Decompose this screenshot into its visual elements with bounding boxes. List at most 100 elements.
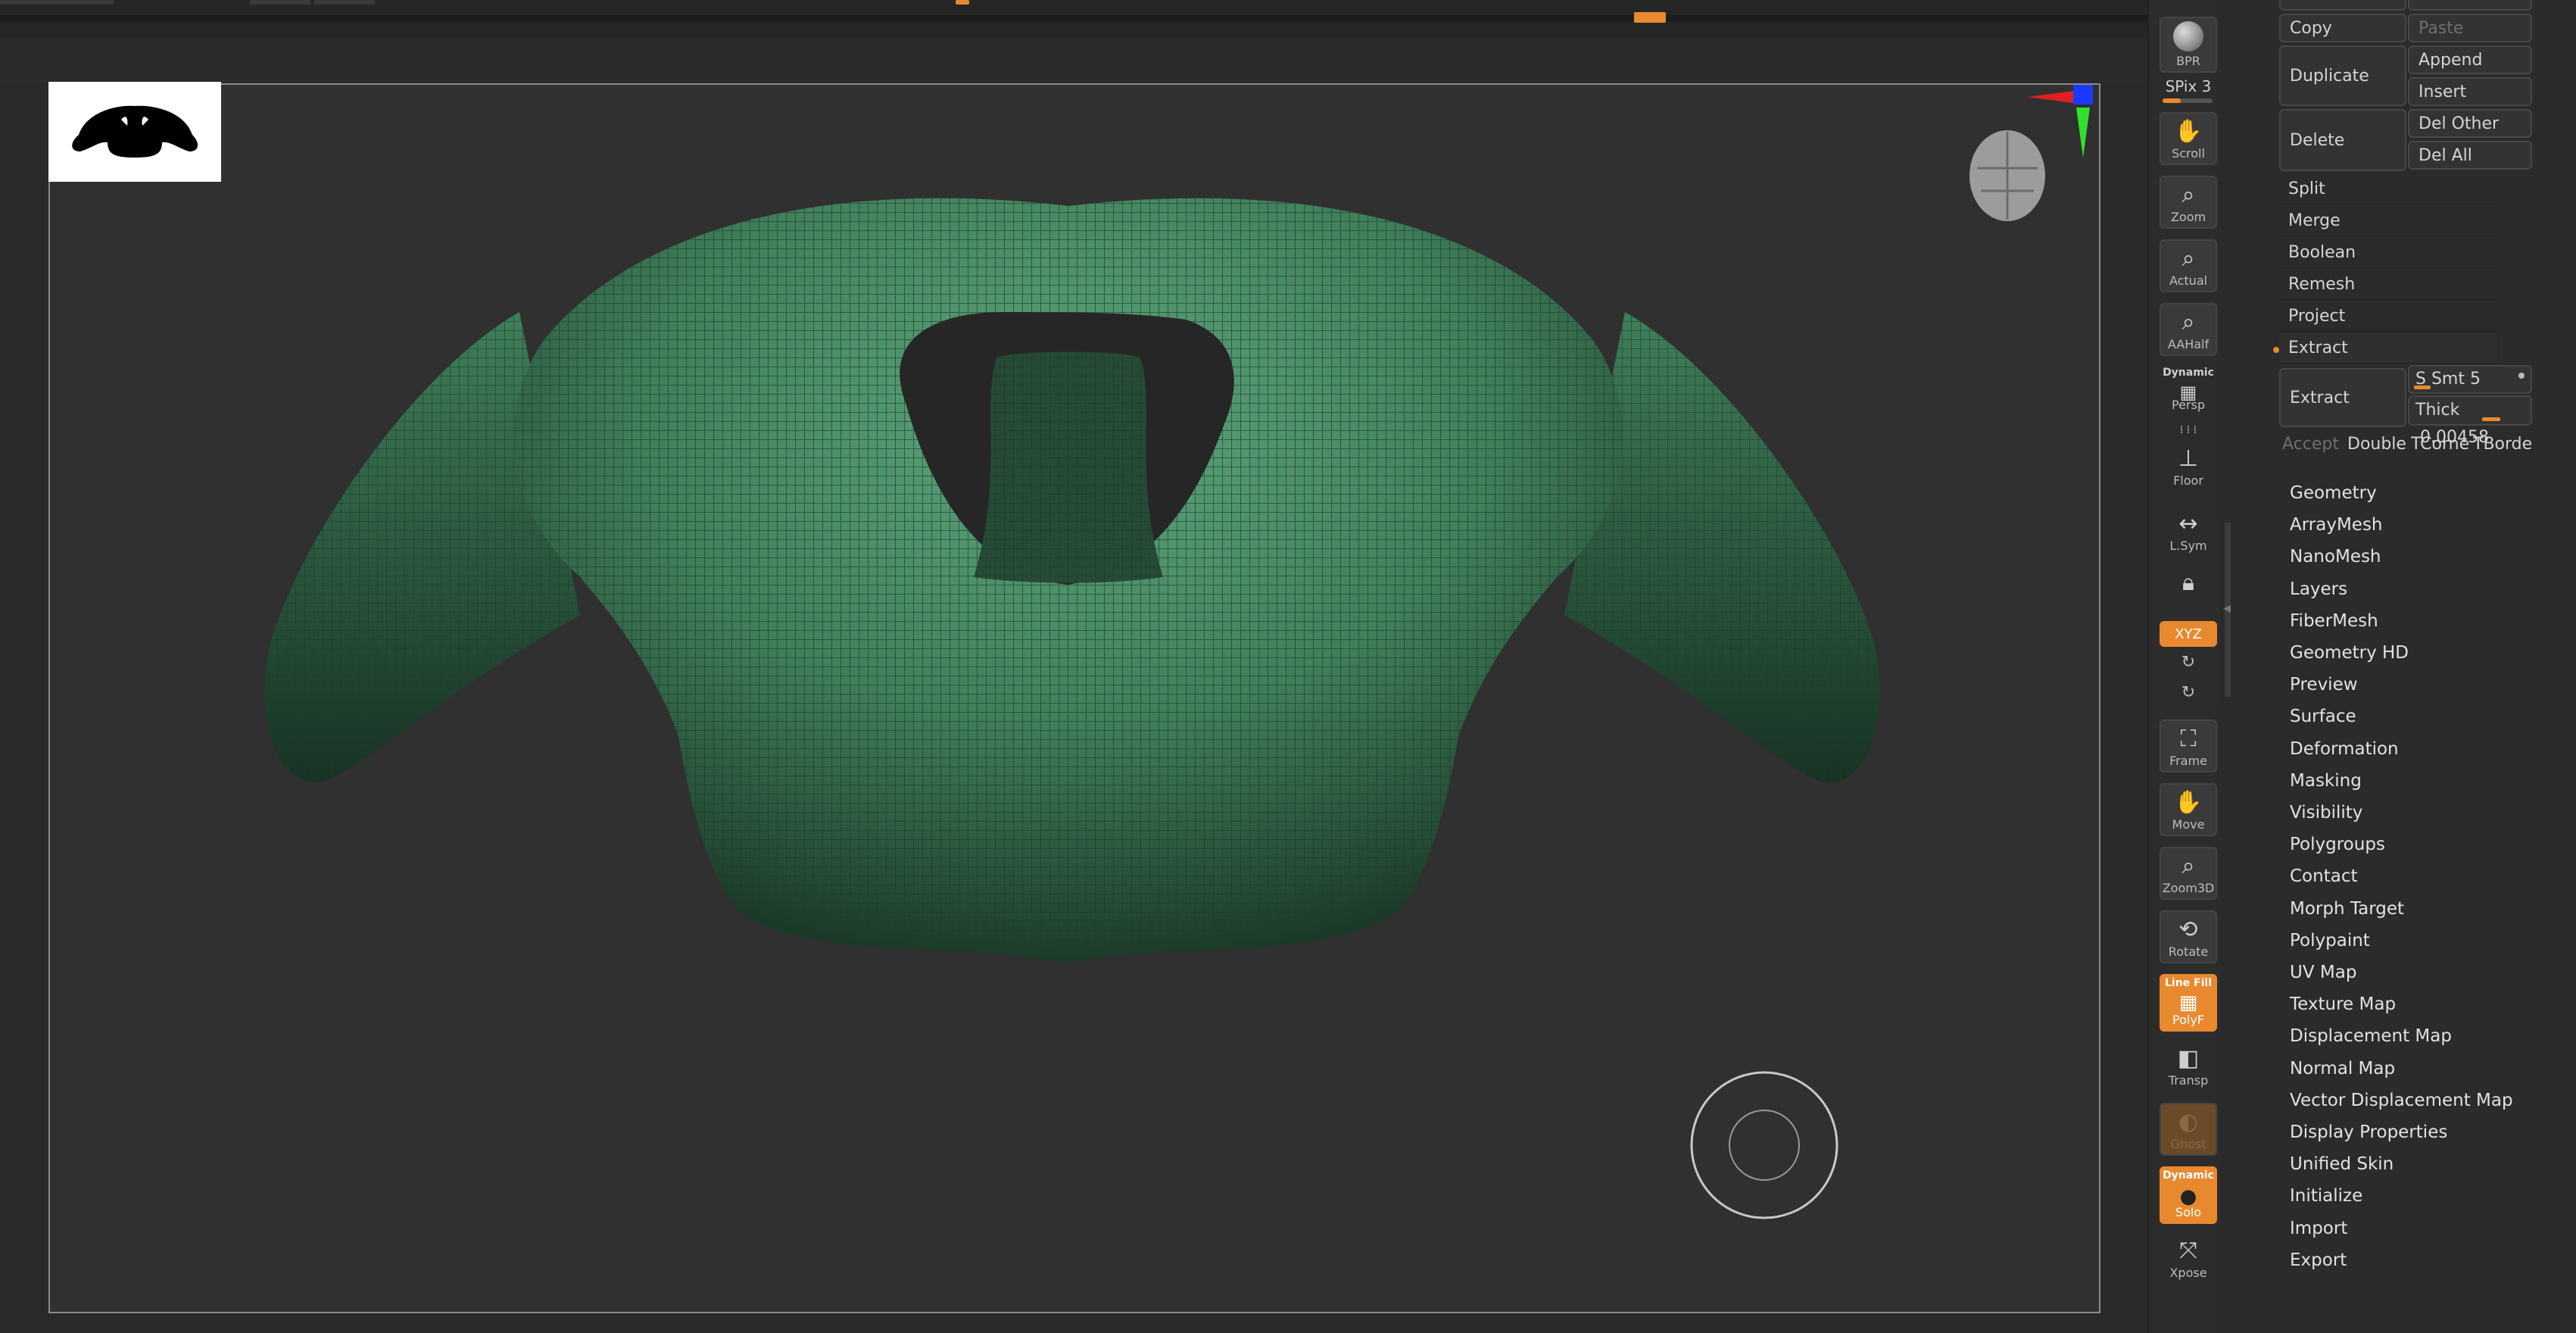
tool-menu-item[interactable]: Normal Map bbox=[2290, 1057, 2395, 1080]
tool-menu-item[interactable]: Layers bbox=[2290, 578, 2347, 601]
subtool-button-clipped[interactable] bbox=[2279, 0, 2406, 11]
transp-label: Transp bbox=[2168, 1073, 2209, 1088]
thick-fill bbox=[2482, 417, 2500, 421]
tool-menu-item[interactable]: FiberMesh bbox=[2290, 610, 2378, 632]
delete-button[interactable]: Delete bbox=[2279, 109, 2406, 171]
x-axis-indicator bbox=[2028, 91, 2073, 103]
floor-button[interactable]: ⊥ Floor bbox=[2160, 439, 2217, 492]
magnifier-icon: ⌕ bbox=[2181, 245, 2195, 272]
zoom3d-label: Zoom3D bbox=[2162, 881, 2215, 895]
solo-button[interactable]: Dynamic ● Solo bbox=[2160, 1166, 2217, 1224]
axis-lock-icon[interactable]: ⁞ ⁞ ⁞ bbox=[2160, 424, 2217, 436]
lock-button[interactable]: 🔒︎ bbox=[2160, 563, 2217, 617]
tool-menu-item[interactable]: Unified Skin bbox=[2290, 1153, 2394, 1175]
tool-menu-item[interactable]: Visibility bbox=[2290, 801, 2362, 824]
duplicate-button[interactable]: Duplicate bbox=[2279, 45, 2406, 106]
paste-button[interactable]: Paste bbox=[2408, 14, 2532, 42]
polyf-label: PolyF bbox=[2172, 1013, 2204, 1027]
tool-menu-item[interactable]: Import bbox=[2290, 1217, 2347, 1240]
tcorner-toggle[interactable]: TCorne bbox=[2411, 435, 2469, 454]
xpose-icon: ⤧ bbox=[2179, 1238, 2197, 1264]
navigation-ring bbox=[1690, 1071, 1838, 1219]
silhouette-thumbnail bbox=[72, 105, 198, 158]
rotate-label: Rotate bbox=[2168, 944, 2209, 959]
frame-label: Frame bbox=[2169, 754, 2207, 768]
tool-menu-item[interactable]: Morph Target bbox=[2290, 898, 2404, 920]
frame-button[interactable]: ⛶ Frame bbox=[2160, 720, 2217, 773]
del-all-button[interactable]: Del All bbox=[2408, 141, 2532, 170]
polyf-button[interactable]: Line Fill ▦ PolyF bbox=[2160, 974, 2217, 1032]
actual-button[interactable]: ⌕ Actual bbox=[2160, 239, 2217, 292]
tool-menu-item[interactable]: Export bbox=[2290, 1249, 2347, 1272]
move-button[interactable]: ✋ Move bbox=[2160, 783, 2217, 836]
insert-button[interactable]: Insert bbox=[2408, 77, 2532, 106]
tool-menu-item[interactable]: Displacement Map bbox=[2290, 1025, 2452, 1047]
zoom-button[interactable]: ⌕ Zoom bbox=[2160, 176, 2217, 229]
zoom3d-button[interactable]: ⌕ Zoom3D bbox=[2160, 847, 2217, 900]
viewport-canvas[interactable] bbox=[48, 83, 2100, 1313]
xyz-button[interactable]: XYZ bbox=[2160, 621, 2217, 647]
rotate-z-icon[interactable]: ↻ bbox=[2160, 683, 2217, 702]
project-section[interactable]: Project bbox=[2279, 301, 2497, 332]
s-smt-slider[interactable]: S Smt 5 bbox=[2408, 365, 2532, 394]
solo-top-label: Dynamic bbox=[2163, 1169, 2214, 1182]
remesh-section[interactable]: Remesh bbox=[2279, 270, 2497, 300]
toolbar-fragment bbox=[314, 0, 375, 5]
tool-menu-item[interactable]: Texture Map bbox=[2290, 993, 2396, 1016]
ghost-button[interactable]: ◐ Ghost bbox=[2160, 1103, 2217, 1156]
thick-slider[interactable]: Thick 0.00458 bbox=[2408, 395, 2532, 447]
document-bar bbox=[0, 38, 2150, 83]
bpr-button[interactable]: BPR bbox=[2160, 17, 2217, 73]
subtool-button-clipped[interactable] bbox=[2408, 0, 2532, 11]
split-section[interactable]: Split bbox=[2279, 174, 2497, 204]
extract-section[interactable]: Extract bbox=[2279, 333, 2497, 364]
accept-button[interactable]: Accept bbox=[2282, 435, 2339, 454]
tool-menu-item[interactable]: Preview bbox=[2290, 673, 2358, 696]
lsym-button[interactable]: ↔ L.Sym bbox=[2160, 504, 2217, 557]
mesh-render bbox=[264, 85, 2093, 1219]
scroll-button[interactable]: ✋ Scroll bbox=[2160, 112, 2217, 165]
tool-menu-item[interactable]: ArrayMesh bbox=[2290, 514, 2383, 536]
frame-icon: ⛶ bbox=[2180, 726, 2197, 752]
tool-menu-item[interactable]: Contact bbox=[2290, 865, 2357, 888]
tool-menu-item[interactable]: Masking bbox=[2290, 770, 2362, 792]
aahalf-button[interactable]: ⌕ AAHalf bbox=[2160, 303, 2217, 356]
copy-button[interactable]: Copy bbox=[2279, 14, 2406, 42]
tool-menu-item[interactable]: Display Properties bbox=[2290, 1121, 2447, 1144]
tool-menu-item[interactable]: Geometry HD bbox=[2290, 642, 2409, 664]
extract-button[interactable]: Extract bbox=[2279, 368, 2406, 427]
tborder-toggle[interactable]: TBorde bbox=[2473, 435, 2532, 454]
tool-menu-item[interactable]: Geometry bbox=[2290, 482, 2377, 504]
persp-button[interactable]: Dynamic ▦ Persp bbox=[2160, 364, 2217, 417]
navigation-thumbnail[interactable] bbox=[48, 82, 221, 182]
tool-menu-item[interactable]: Polygroups bbox=[2290, 833, 2385, 856]
hand-icon: ✋ bbox=[2174, 118, 2203, 145]
merge-section[interactable]: Merge bbox=[2279, 206, 2497, 236]
tool-menu-item[interactable]: Vector Displacement Map bbox=[2290, 1089, 2513, 1112]
tool-menu-item[interactable]: Deformation bbox=[2290, 738, 2399, 760]
render-sphere-icon bbox=[2173, 21, 2203, 52]
boolean-section[interactable]: Boolean bbox=[2279, 238, 2497, 268]
append-button[interactable]: Append bbox=[2408, 45, 2532, 74]
collapse-arrow-icon[interactable]: ◂ bbox=[2223, 598, 2231, 617]
hand-icon: ✋ bbox=[2174, 789, 2203, 816]
floor-icon: ⊥ bbox=[2178, 445, 2199, 472]
scroll-label: Scroll bbox=[2172, 146, 2205, 161]
persp-label: Persp bbox=[2172, 398, 2205, 412]
tool-menu-item[interactable]: UV Map bbox=[2290, 961, 2356, 984]
tool-menu-item[interactable]: Surface bbox=[2290, 705, 2356, 728]
slider-indicator[interactable] bbox=[956, 0, 969, 5]
tool-menu-item[interactable]: NanoMesh bbox=[2290, 545, 2381, 568]
top-toolbar-strip bbox=[0, 0, 2150, 38]
spix-label: SPix 3 bbox=[2165, 77, 2212, 95]
spix-slider[interactable] bbox=[2163, 98, 2213, 103]
slider-indicator[interactable] bbox=[1634, 12, 1666, 23]
tool-menu-item[interactable]: Initialize bbox=[2290, 1185, 2362, 1207]
transp-button[interactable]: ◧ Transp bbox=[2160, 1039, 2217, 1092]
double-toggle[interactable]: Double bbox=[2347, 435, 2406, 454]
tool-menu-item[interactable]: Polypaint bbox=[2290, 929, 2370, 952]
rotate-button[interactable]: ⟲ Rotate bbox=[2160, 910, 2217, 963]
rotate-y-icon[interactable]: ↻ bbox=[2160, 653, 2217, 672]
xpose-button[interactable]: ⤧ Xpose bbox=[2160, 1232, 2217, 1285]
del-other-button[interactable]: Del Other bbox=[2408, 109, 2532, 138]
